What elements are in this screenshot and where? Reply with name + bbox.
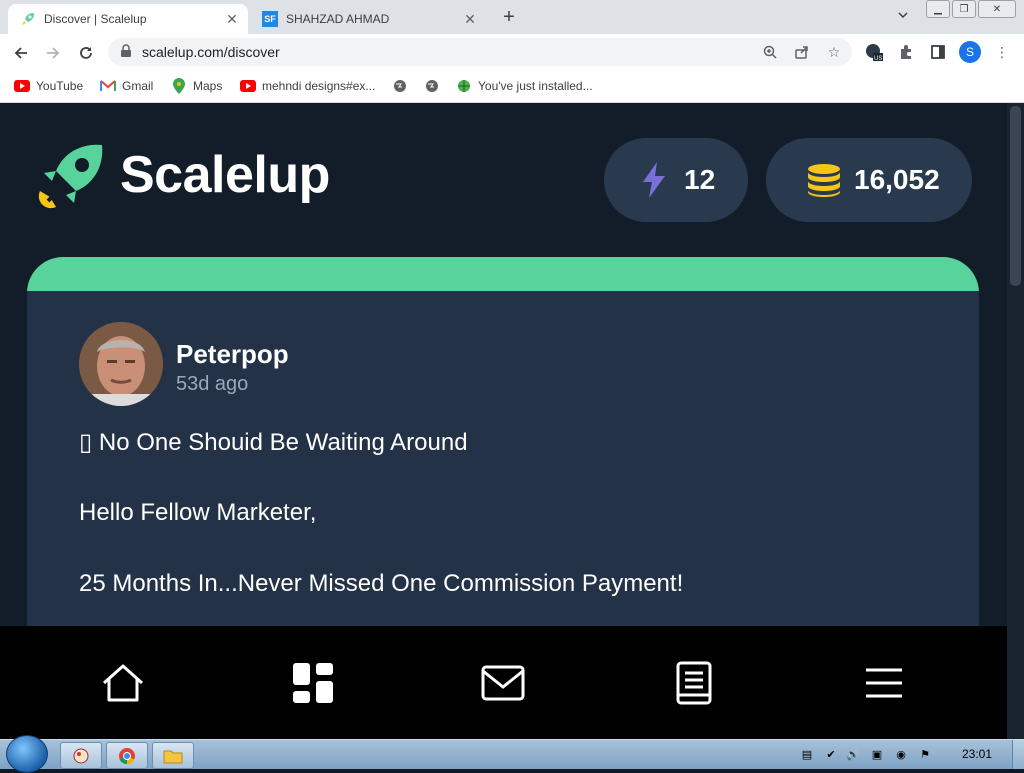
show-desktop-button[interactable] bbox=[1012, 740, 1024, 769]
rocket-icon bbox=[20, 11, 36, 27]
tab-shahzad[interactable]: SF SHAHZAD AHMAD ✕ bbox=[250, 4, 486, 34]
forward-icon[interactable] bbox=[42, 42, 64, 64]
vpn-extension-icon[interactable]: US bbox=[864, 42, 884, 62]
new-tab-button[interactable]: + bbox=[498, 6, 520, 28]
bookmark-installed[interactable]: You've just installed... bbox=[456, 76, 593, 96]
globe-icon bbox=[424, 78, 440, 94]
scrollbar-thumb[interactable] bbox=[1010, 106, 1021, 286]
side-panel-icon[interactable] bbox=[928, 42, 948, 62]
bookmark-maps[interactable]: Maps bbox=[171, 76, 222, 96]
close-icon[interactable]: ✕ bbox=[462, 11, 478, 27]
bottom-nav bbox=[0, 626, 1007, 739]
bookmark-globe-1[interactable] bbox=[392, 76, 414, 96]
window-controls: ▁ ❐ ✕ bbox=[926, 0, 1018, 18]
close-icon[interactable]: ✕ bbox=[224, 11, 240, 27]
chrome-tray-icon[interactable]: ◉ bbox=[894, 747, 908, 761]
flag-icon[interactable]: ⚑ bbox=[918, 747, 932, 761]
svg-text:US: US bbox=[874, 56, 882, 62]
post-text-line: 25 Months In...Never Missed One Commissi… bbox=[79, 570, 684, 597]
zoom-icon[interactable] bbox=[762, 44, 778, 60]
energy-value: 12 bbox=[684, 164, 716, 195]
taskbar-clock[interactable]: 23:01 bbox=[962, 747, 992, 761]
bookmark-youtube[interactable]: YouTube bbox=[14, 76, 83, 96]
author-avatar[interactable] bbox=[79, 322, 163, 406]
tab-title: SHAHZAD AHMAD bbox=[286, 12, 390, 26]
book-icon[interactable] bbox=[671, 660, 717, 706]
start-button[interactable] bbox=[6, 735, 48, 773]
taskbar-app-paint[interactable] bbox=[60, 742, 102, 769]
reload-icon[interactable] bbox=[75, 42, 97, 64]
coins-counter[interactable]: 16,052 bbox=[766, 138, 972, 222]
bookmark-globe-2[interactable] bbox=[424, 76, 446, 96]
bookmark-label: Gmail bbox=[122, 79, 154, 93]
bookmark-label: You've just installed... bbox=[478, 79, 593, 93]
post-text-line: Hello Fellow Marketer, bbox=[79, 499, 317, 526]
network-icon[interactable]: ▣ bbox=[870, 747, 884, 761]
bookmark-label: Maps bbox=[193, 79, 223, 93]
gmail-icon bbox=[100, 78, 116, 94]
sf-favicon-icon: SF bbox=[262, 11, 278, 27]
bookmark-gmail[interactable]: Gmail bbox=[100, 76, 153, 96]
taskbar-app-chrome[interactable] bbox=[106, 742, 148, 769]
profile-avatar[interactable]: S bbox=[959, 41, 981, 63]
chevron-down-icon[interactable] bbox=[897, 9, 913, 25]
lock-icon[interactable] bbox=[120, 44, 134, 60]
windows-taskbar: ▤ ✔ 🔊 ▣ ◉ ⚑ 23:01 bbox=[0, 735, 1024, 773]
youtube-icon bbox=[240, 78, 256, 94]
bookmarks-bar: YouTube Gmail Maps mehndi designs#ex... … bbox=[0, 70, 1024, 103]
tab-discover[interactable]: Discover | Scalelup ✕ bbox=[8, 4, 248, 34]
back-icon[interactable] bbox=[10, 42, 32, 64]
maps-icon bbox=[171, 78, 187, 94]
taskbar-app-explorer[interactable] bbox=[152, 742, 194, 769]
address-bar[interactable]: scalelup.com/discover ☆ bbox=[108, 38, 852, 66]
globe-icon bbox=[392, 78, 408, 94]
energy-counter[interactable]: 12 bbox=[604, 138, 748, 222]
brand-name: Scalelup bbox=[120, 146, 330, 204]
bookmark-label: mehndi designs#ex... bbox=[262, 79, 376, 93]
bookmark-label: YouTube bbox=[36, 79, 84, 93]
minimize-icon[interactable]: ▁ bbox=[926, 0, 950, 18]
browser-tab-bar: Discover | Scalelup ✕ SF SHAHZAD AHMAD ✕… bbox=[0, 0, 1024, 34]
bookmark-mehndi[interactable]: mehndi designs#ex... bbox=[240, 76, 375, 96]
globe-icon bbox=[456, 78, 472, 94]
post-title: ▯ No One Shouid Be Waiting Around bbox=[79, 429, 468, 456]
tab-title: Discover | Scalelup bbox=[44, 12, 147, 26]
volume-icon[interactable]: 🔊 bbox=[846, 747, 860, 761]
close-window-icon[interactable]: ✕ bbox=[978, 0, 1016, 18]
document-tray-icon[interactable]: ▤ bbox=[800, 747, 814, 761]
menu-icon[interactable] bbox=[861, 660, 907, 706]
coins-icon bbox=[806, 160, 842, 200]
post-timestamp: 53d ago bbox=[176, 373, 249, 395]
rocket-logo-icon[interactable] bbox=[34, 141, 106, 213]
author-name[interactable]: Peterpop bbox=[176, 339, 289, 370]
share-icon[interactable] bbox=[794, 44, 810, 60]
dashboard-icon[interactable] bbox=[290, 660, 336, 706]
restore-icon[interactable]: ❐ bbox=[952, 0, 976, 18]
star-icon[interactable]: ☆ bbox=[826, 44, 842, 60]
url-text: scalelup.com/discover bbox=[142, 44, 280, 60]
more-vert-icon[interactable]: ⋮ bbox=[992, 42, 1012, 62]
lightning-icon bbox=[636, 160, 672, 200]
page-viewport: Scalelup 12 16,052 Peterpop 53d ago ▯ No… bbox=[0, 103, 1007, 626]
security-tray-icon[interactable]: ✔ bbox=[824, 747, 838, 761]
puzzle-icon[interactable] bbox=[896, 42, 916, 62]
home-icon[interactable] bbox=[100, 660, 146, 706]
mail-icon[interactable] bbox=[480, 660, 526, 706]
coins-value: 16,052 bbox=[854, 164, 940, 195]
youtube-icon bbox=[14, 78, 30, 94]
